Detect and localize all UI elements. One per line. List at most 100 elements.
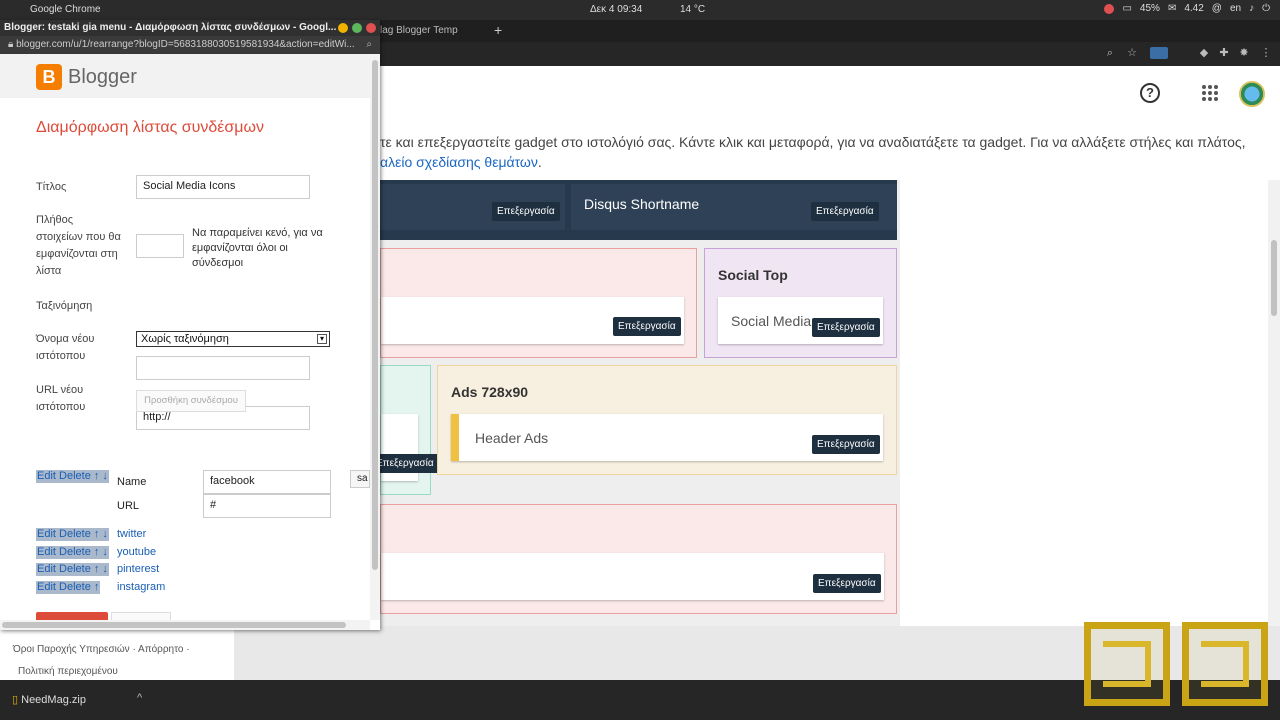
popup-title-bar[interactable]: Blogger: testaki gia menu - Διαμόρφωση λ… xyxy=(0,20,380,36)
name-label: Name xyxy=(117,476,147,488)
scroll-thumb[interactable] xyxy=(372,60,378,570)
header-section-disqus: Disqus Shortname Επεξεργασία xyxy=(571,184,897,230)
add-link-button[interactable]: Προσθήκη συνδέσμου xyxy=(136,390,246,412)
scroll-thumb[interactable] xyxy=(1271,240,1277,316)
maximize-icon[interactable] xyxy=(352,23,362,33)
puzzle-icon[interactable]: ✚ xyxy=(1218,47,1230,59)
edit-delete-controls[interactable]: Edit Delete ↑ ↓ xyxy=(36,470,109,483)
link-item-instagram[interactable]: instagram xyxy=(117,581,165,593)
power-icon[interactable]: ⏻ xyxy=(1262,3,1270,14)
link-item-twitter[interactable]: twitter xyxy=(117,528,146,540)
keyboard-lang[interactable]: en xyxy=(1230,3,1241,14)
help-icon[interactable]: ? xyxy=(1140,83,1160,103)
cancel-button-partial[interactable] xyxy=(111,612,171,620)
section-social-top: Social Top Social Media Επεξεργασία xyxy=(704,248,897,358)
edit-button[interactable]: Επεξεργασία xyxy=(811,202,879,221)
edit-button[interactable]: Επεξεργασία xyxy=(812,318,880,337)
avatar[interactable] xyxy=(1239,81,1265,107)
popup-vertical-scrollbar[interactable] xyxy=(370,54,380,620)
at-icon[interactable]: @ xyxy=(1212,3,1222,14)
layout-intro-text: τε και επεξεργαστείτε gadget στο ιστολόγ… xyxy=(380,132,1260,172)
new-site-name-label: Όνομα νέου ιστότοπου xyxy=(36,331,94,365)
save-button[interactable]: sa xyxy=(350,470,370,488)
star-icon[interactable]: ☆ xyxy=(1126,47,1138,59)
count-label-line: λίστα xyxy=(36,265,62,277)
social-media-gadget[interactable]: Social Media Επεξεργασία xyxy=(718,297,883,344)
extension-icon[interactable] xyxy=(1150,47,1168,59)
sort-select[interactable]: Χωρίς ταξινόμηση ▾ xyxy=(136,331,330,347)
minimize-icon[interactable] xyxy=(338,23,348,33)
edit-button[interactable]: Επεξεργασία xyxy=(813,574,881,593)
volume-icon[interactable]: ♪ xyxy=(1249,3,1254,14)
extension-icon[interactable]: ◆ xyxy=(1198,47,1210,59)
url-label: URL xyxy=(117,500,140,512)
drag-handle[interactable] xyxy=(451,414,459,461)
blogger-layout-page: ? τε και επεξεργαστείτε gadget στο ιστολ… xyxy=(380,66,1280,626)
popup-horizontal-scrollbar[interactable] xyxy=(0,620,370,630)
save-button-partial[interactable] xyxy=(36,612,108,620)
lock-icon: 🔒︎ xyxy=(8,39,17,50)
chevron-up-icon[interactable]: ^ xyxy=(137,692,142,704)
edit-button[interactable]: Επεξεργασία xyxy=(380,454,439,473)
popup-body: B Blogger Διαμόρφωση λίστας συνδέσμων Τί… xyxy=(0,54,370,620)
edit-delete-controls[interactable]: Edit Delete ↑ xyxy=(36,581,101,594)
blogger-logo-text: Blogger xyxy=(68,66,137,88)
intro-end: . xyxy=(537,154,542,170)
content-policy-link[interactable]: Πολιτική περιεχομένου xyxy=(18,666,118,677)
page-scrollbar[interactable] xyxy=(1268,180,1280,626)
apps-grid-icon[interactable] xyxy=(1202,85,1218,101)
download-item[interactable]: ▯ NeedMag.zip xyxy=(12,693,86,706)
header-section-left: Επεξεργασία xyxy=(380,184,565,230)
sort-label: Ταξινόμηση xyxy=(36,300,93,312)
new-site-url-label: URL νέου ιστότοπου xyxy=(36,382,85,416)
social-top-title: Social Top xyxy=(718,267,788,283)
mail-icon[interactable]: ✉ xyxy=(1168,3,1176,14)
count-input[interactable] xyxy=(136,234,184,258)
count-label-line: εμφανίζονται στη xyxy=(36,248,118,260)
edit-delete-controls[interactable]: Edit Delete ↑ ↓ xyxy=(36,528,109,541)
search-icon[interactable]: ⌕ xyxy=(1104,47,1116,59)
new-site-name-input[interactable] xyxy=(136,356,310,380)
gadget[interactable]: Επεξεργασία xyxy=(381,553,884,600)
scroll-thumb[interactable] xyxy=(2,622,346,628)
edit-button[interactable]: Επεξεργασία xyxy=(613,317,681,336)
section-red-lower: Επεξεργασία xyxy=(380,504,897,614)
section-ads: Ads 728x90 Header Ads Επεξεργασία xyxy=(437,365,897,475)
tab-blogger-template[interactable]: lag Blogger Temp xyxy=(380,20,490,42)
link-item-youtube[interactable]: youtube xyxy=(117,546,156,558)
link-list-popup-window: Blogger: testaki gia menu - Διαμόρφωση λ… xyxy=(0,20,380,630)
footer-links[interactable]: Όροι Παροχής Υπηρεσιών · Απόρρητο · xyxy=(13,644,190,655)
edit-button[interactable]: Επεξεργασία xyxy=(492,202,560,221)
os-clock[interactable]: Δεκ 4 09:34 xyxy=(590,4,642,15)
edit-delete-controls[interactable]: Edit Delete ↑ ↓ xyxy=(36,563,109,576)
header-ads-gadget[interactable]: Header Ads Επεξεργασία xyxy=(451,414,883,461)
gadget[interactable]: Επεξεργασία xyxy=(380,414,439,481)
os-weather[interactable]: 14 °C xyxy=(680,4,705,15)
disqus-gadget-label: Disqus Shortname xyxy=(584,196,700,212)
link-item-pinterest[interactable]: pinterest xyxy=(117,563,159,575)
battery-icon[interactable]: ▭ xyxy=(1122,3,1131,14)
extension-icon[interactable]: ✸ xyxy=(1238,47,1250,59)
record-icon[interactable] xyxy=(1104,3,1115,14)
os-top-bar: Google Chrome Δεκ 4 09:34 14 °C ▭ 45% ✉ … xyxy=(0,0,1280,20)
theme-designer-link[interactable]: αλείο σχεδίασης θεμάτων xyxy=(380,154,538,170)
close-icon[interactable] xyxy=(366,23,376,33)
ads-section-title: Ads 728x90 xyxy=(451,384,529,400)
menu-icon[interactable]: ⋮ xyxy=(1260,47,1272,59)
edit-delete-controls[interactable]: Edit Delete ↑ ↓ xyxy=(36,546,109,559)
url-input[interactable]: # xyxy=(203,494,331,518)
count-label: Πλήθος στοιχείων που θα εμφανίζονται στη… xyxy=(36,212,121,280)
zoom-icon[interactable]: ⌕ xyxy=(366,39,372,50)
count-hint: Να παραμείνει κενό, για να εμφανίζονται … xyxy=(192,227,323,269)
header-row: Επεξεργασία Disqus Shortname Επεξεργασία xyxy=(380,180,897,240)
popup-url-bar[interactable]: 🔒︎ blogger.com/u/1/rearrange?blogID=5683… xyxy=(0,36,380,54)
title-input[interactable]: Social Media Icons xyxy=(136,175,310,199)
edit-button[interactable]: Επεξεργασία xyxy=(812,435,880,454)
name-input[interactable]: facebook xyxy=(203,470,331,494)
download-filename: NeedMag.zip xyxy=(21,694,86,706)
gadget[interactable]: Επεξεργασία xyxy=(381,297,684,344)
page-header: ? xyxy=(380,66,1280,122)
new-tab-button[interactable]: + xyxy=(494,22,502,38)
intro-line-1: τε και επεξεργαστείτε gadget στο ιστολόγ… xyxy=(380,134,1246,150)
os-app-name[interactable]: Google Chrome xyxy=(30,4,101,15)
